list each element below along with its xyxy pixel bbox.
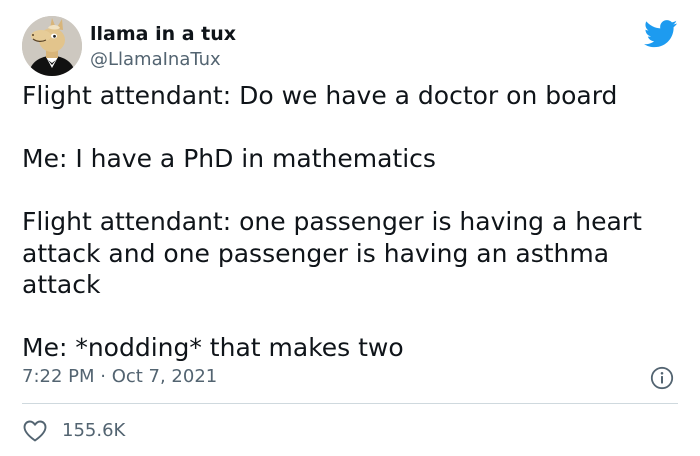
tweet-body: Flight attendant: Do we have a doctor on…: [22, 80, 678, 364]
tweet-paragraph: Me: *nodding* that makes two: [22, 333, 404, 362]
tweet-paragraph: Flight attendant: one passenger is havin…: [22, 207, 650, 299]
like-action[interactable]: 155.6K: [22, 418, 125, 444]
author-display-name[interactable]: llama in a tux: [90, 22, 236, 46]
llama-avatar-image: [22, 16, 82, 76]
tweet-paragraph: Me: I have a PhD in mathematics: [22, 144, 436, 173]
tweet-card: llama in a tux @LlamaInaTux Flight atten…: [0, 0, 700, 456]
avatar[interactable]: [22, 16, 82, 76]
info-icon[interactable]: [650, 366, 674, 390]
heart-icon[interactable]: [22, 419, 48, 443]
divider: [22, 403, 678, 404]
tweet-paragraph: Flight attendant: Do we have a doctor on…: [22, 81, 618, 110]
tweet-timestamp[interactable]: 7:22 PM · Oct 7, 2021: [22, 366, 217, 388]
author-handle[interactable]: @LlamaInaTux: [90, 49, 221, 71]
like-count: 155.6K: [62, 420, 126, 441]
twitter-bird-icon[interactable]: [644, 20, 678, 48]
